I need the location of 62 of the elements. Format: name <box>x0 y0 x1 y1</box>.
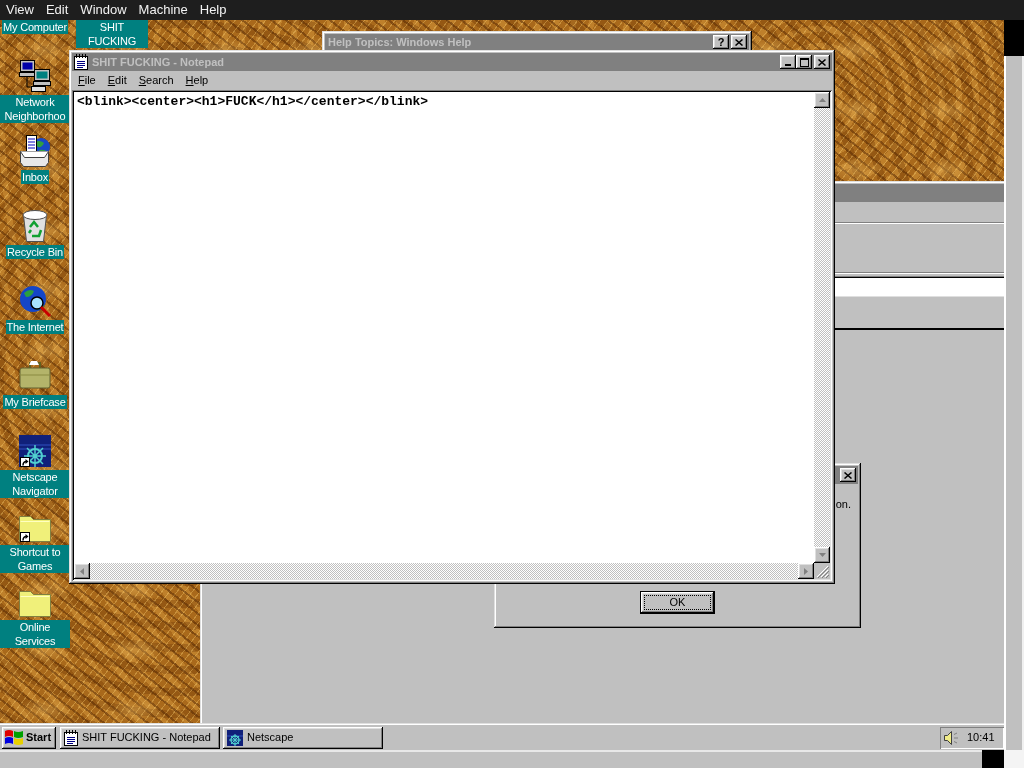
scroll-right-button[interactable] <box>798 563 814 579</box>
menu-item[interactable]: Edit <box>101 74 133 87</box>
close-icon <box>844 471 852 479</box>
icon-label[interactable]: The Internet <box>5 320 65 334</box>
icon-label[interactable]: Shortcut to Games <box>0 545 70 573</box>
networked-computers-icon[interactable] <box>19 60 51 92</box>
speaker-icon[interactable] <box>943 729 959 746</box>
left-arrow-icon <box>80 567 84 575</box>
icon-label[interactable]: Network Neighborhoo <box>0 95 70 123</box>
help-button[interactable]: ? <box>713 35 729 49</box>
ship-wheel-icon <box>227 729 243 746</box>
url-field[interactable] <box>835 275 1004 296</box>
menu-item[interactable]: Edit <box>45 2 69 18</box>
icon-label[interactable]: Netscape Navigator <box>0 470 70 498</box>
menu-item[interactable]: Help <box>179 74 215 87</box>
notepad-icon <box>74 54 88 70</box>
icon-label[interactable]: My Briefcase <box>3 395 67 409</box>
menu-item[interactable]: Search <box>132 74 180 87</box>
close-button[interactable] <box>840 468 856 482</box>
start-button[interactable]: Start <box>2 726 56 749</box>
icon-label[interactable]: Online Services <box>0 620 70 648</box>
icon-label[interactable]: Inbox <box>21 170 49 184</box>
globe-magnifier-icon[interactable] <box>19 285 51 317</box>
scroll-up-button[interactable] <box>814 92 830 108</box>
icon-label[interactable]: My Computer <box>2 20 68 34</box>
up-arrow-icon <box>818 98 826 102</box>
icon-label[interactable]: SHIT FUCKING <box>76 20 148 48</box>
menu-item[interactable]: Machine <box>138 2 188 18</box>
message-text: on. <box>835 497 851 511</box>
taskbar-button[interactable]: Netscape <box>223 726 383 749</box>
recycle-bin-icon[interactable] <box>19 210 51 242</box>
close-icon <box>735 38 743 46</box>
briefcase-icon[interactable] <box>19 360 51 392</box>
minimize-icon <box>785 64 791 66</box>
icon-label[interactable]: Recycle Bin <box>6 245 64 259</box>
minimize-button[interactable] <box>780 55 796 69</box>
maximize-icon <box>799 57 809 67</box>
window-title: SHIT FUCKING - Notepad <box>91 55 224 69</box>
ship-wheel-icon[interactable] <box>19 435 51 467</box>
windows-logo-icon <box>5 730 23 745</box>
menu-item[interactable]: File <box>72 74 102 87</box>
scrollbar-track[interactable] <box>0 750 982 768</box>
text-area[interactable]: <blink><center><h1>FUCK</h1></center></blink> <box>74 92 814 563</box>
clock[interactable]: 10:41 <box>967 731 995 744</box>
close-button[interactable] <box>814 55 830 69</box>
notepad-icon <box>64 729 78 746</box>
right-arrow-icon <box>804 567 808 575</box>
window-title: Help Topics: Windows Help <box>327 35 472 49</box>
ok-button[interactable]: OK <box>640 591 715 614</box>
maximize-button[interactable] <box>796 55 812 69</box>
inbox-tray-icon[interactable] <box>19 135 51 167</box>
menu-item[interactable]: View <box>6 2 34 18</box>
menu-item[interactable]: Help <box>199 2 227 18</box>
menu-item[interactable]: Window <box>80 2 127 18</box>
size-grip-icon[interactable] <box>817 566 829 578</box>
taskbar-button[interactable]: SHIT FUCKING - Notepad <box>60 726 220 749</box>
close-button[interactable] <box>731 35 747 49</box>
down-arrow-icon <box>818 553 826 557</box>
scroll-left-button[interactable] <box>74 563 90 579</box>
scrollbar-corner <box>1004 750 1024 768</box>
scroll-down-button[interactable] <box>814 547 830 563</box>
close-icon <box>818 58 826 66</box>
